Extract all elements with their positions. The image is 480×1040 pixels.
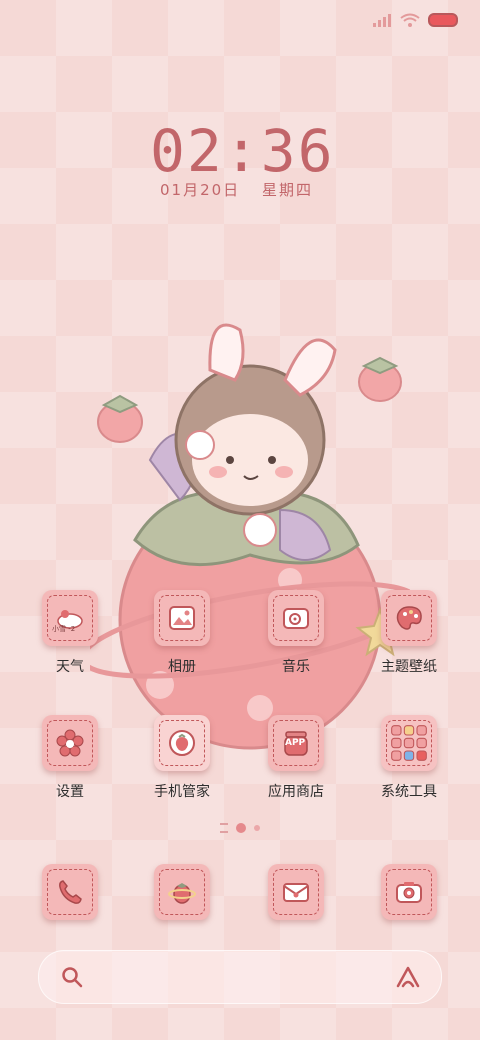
dock-phone[interactable]: [20, 864, 120, 920]
strawberry-planet-icon: [154, 864, 210, 920]
signal-icon: [373, 14, 391, 27]
battery-icon: [428, 13, 458, 27]
clock-weekday: 星期四: [262, 181, 314, 199]
app-label: 相册: [168, 659, 196, 675]
app-weather[interactable]: 小雪 -2 天气: [20, 590, 120, 676]
envelope-icon: [268, 864, 324, 920]
app-store[interactable]: APP 应用商店: [246, 715, 346, 801]
app-label: 系统工具: [381, 784, 437, 800]
status-bar: [372, 10, 458, 30]
page-indicator[interactable]: [0, 823, 480, 833]
app-label: 天气: [56, 659, 84, 675]
search-icon: [62, 967, 83, 988]
app-settings[interactable]: 设置: [20, 715, 120, 801]
dock-strawberry-app[interactable]: [132, 864, 232, 920]
page-dot: [254, 825, 260, 831]
flower-gear-icon: [42, 715, 98, 771]
app-gallery[interactable]: 相册: [132, 590, 232, 676]
clock-date: 01月20日: [160, 181, 241, 199]
page-dot-active: [236, 823, 246, 833]
search-bar[interactable]: [38, 950, 442, 1004]
dock-camera[interactable]: [359, 864, 459, 920]
app-label: 音乐: [282, 659, 310, 675]
strawberry-shield-icon: [154, 715, 210, 771]
photo-icon: [154, 590, 210, 646]
music-icon: [268, 590, 324, 646]
assistant-icon[interactable]: [395, 965, 421, 989]
folder-grid-icon: [381, 715, 437, 771]
app-jar-icon: APP: [268, 715, 324, 771]
app-label: 设置: [56, 784, 84, 800]
app-themes[interactable]: 主题壁纸: [359, 590, 459, 676]
app-label: 手机管家: [154, 784, 210, 800]
weather-icon-text: 小雪 -2: [52, 625, 76, 633]
dock-messages[interactable]: [246, 864, 346, 920]
app-music[interactable]: 音乐: [246, 590, 346, 676]
phone-icon: [42, 864, 98, 920]
wallpaper-illustration: [90, 323, 410, 750]
app-phone-manager[interactable]: 手机管家: [132, 715, 232, 801]
clock-time: 02:36: [150, 117, 335, 185]
palette-icon: [381, 590, 437, 646]
strawberry-decoration-right: [358, 356, 402, 402]
app-label: 主题壁纸: [381, 659, 437, 675]
folder-system-tools[interactable]: 系统工具: [359, 715, 459, 801]
camera-icon: [381, 864, 437, 920]
app-label: 应用商店: [268, 784, 324, 800]
weather-cloud-icon: 小雪 -2: [42, 590, 98, 646]
page-indicator-menu: [220, 823, 228, 833]
wifi-icon: [400, 13, 420, 27]
app-jar-label: APP: [285, 738, 306, 748]
strawberry-decoration-left: [97, 394, 143, 443]
